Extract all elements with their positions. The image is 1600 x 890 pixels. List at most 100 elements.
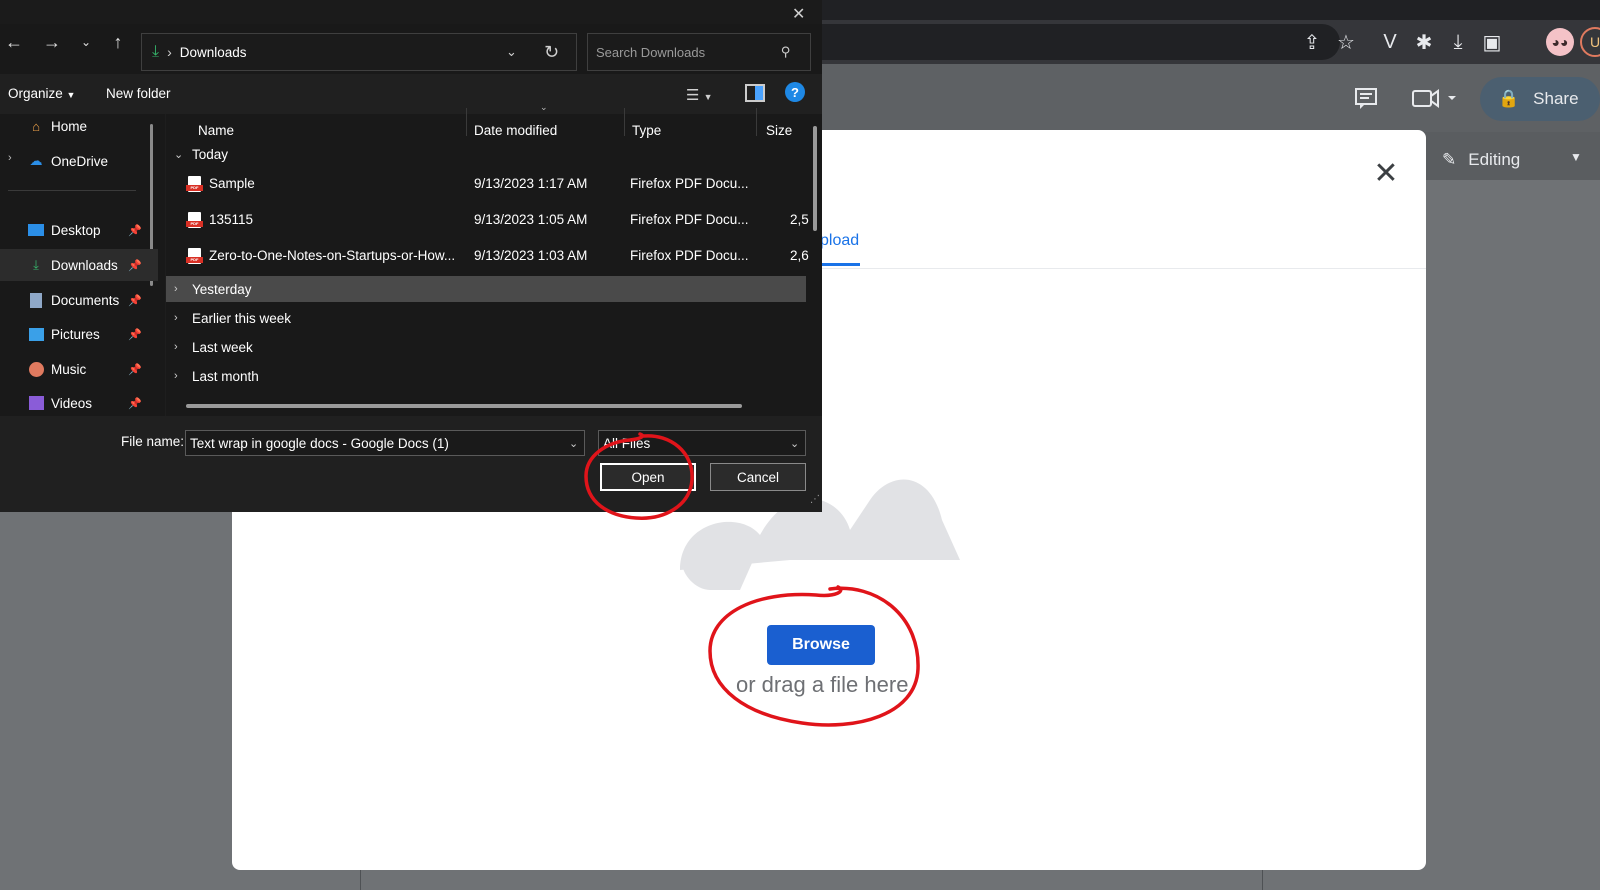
annotation-circle-browse — [708, 585, 920, 727]
cancel-button[interactable]: Cancel — [710, 463, 806, 491]
extensions-puzzle-icon[interactable]: ✱ — [1410, 28, 1438, 56]
downloads-icon[interactable]: ⤓ — [1444, 28, 1472, 56]
pin-icon: 📌 — [128, 259, 142, 272]
home-icon: ⌂ — [32, 118, 40, 134]
nav-item-label: OneDrive — [51, 153, 109, 169]
refresh-icon[interactable]: ↻ — [544, 42, 559, 63]
nav-item-videos[interactable]: Videos 📌 — [0, 387, 158, 419]
file-row[interactable]: Zero-to-One-Notes-on-Startups-or-How... … — [166, 239, 809, 274]
group-label: Yesterday — [192, 281, 252, 297]
chevron-down-icon: ▼ — [66, 90, 76, 100]
close-icon[interactable]: ✕ — [1372, 159, 1400, 189]
annotation-circle-open — [584, 432, 694, 520]
bookmark-star-icon[interactable]: ☆ — [1332, 28, 1360, 56]
dialog-title-bar — [0, 0, 822, 24]
share-button[interactable]: 🔒 Share — [1480, 77, 1600, 121]
dialog-close-icon[interactable]: ✕ — [792, 4, 805, 24]
group-label: Today — [192, 146, 229, 162]
file-date: 9/13/2023 1:03 AM — [474, 248, 588, 263]
file-size: 2,6 — [790, 248, 809, 263]
view-options-icon[interactable]: ☰ ▼ — [686, 86, 713, 104]
chevron-down-icon[interactable]: ⌄ — [569, 437, 578, 450]
file-date: 9/13/2023 1:05 AM — [474, 212, 588, 227]
editing-mode-dropdown[interactable]: ✎ Editing — [1442, 148, 1520, 172]
nav-item-desktop[interactable]: Desktop 📌 — [0, 214, 158, 246]
organize-button[interactable]: Organize ▼ — [8, 86, 75, 101]
nav-item-label: Documents — [51, 292, 120, 308]
new-folder-button[interactable]: New folder — [106, 86, 171, 101]
file-name-label: File name: — [121, 434, 185, 449]
help-icon[interactable]: ? — [785, 82, 805, 102]
group-earlier-this-week[interactable]: › Earlier this week — [166, 305, 806, 331]
picture-icon — [27, 326, 45, 342]
forward-arrow-icon[interactable]: → — [40, 30, 64, 54]
group-today[interactable]: ⌄ Today — [166, 141, 806, 167]
column-separator[interactable] — [624, 108, 625, 136]
chevron-down-icon[interactable]: ⌄ — [790, 437, 799, 450]
preview-pane-icon[interactable] — [745, 84, 765, 102]
chevron-right-icon: › — [174, 312, 178, 324]
file-date: 9/13/2023 1:17 AM — [474, 176, 588, 191]
chevron-down-icon: ⌄ — [174, 148, 184, 161]
file-row[interactable]: 135115 9/13/2023 1:05 AM Firefox PDF Doc… — [166, 203, 809, 238]
file-name: Sample — [209, 176, 255, 191]
group-label: Last month — [192, 368, 259, 384]
group-yesterday[interactable]: › Yesterday — [166, 276, 806, 302]
pin-icon: 📌 — [128, 397, 142, 410]
nav-item-label: Home — [51, 118, 88, 134]
nav-item-label: Pictures — [51, 326, 100, 342]
nav-item-downloads[interactable]: ⤓ Downloads 📌 — [0, 249, 158, 281]
pin-icon: 📌 — [128, 294, 142, 307]
chevron-right-icon: › — [174, 341, 178, 353]
resize-grip-icon[interactable]: ⋰ — [810, 494, 820, 505]
nav-item-label: Desktop — [51, 222, 101, 238]
up-arrow-icon[interactable]: ↑ — [106, 30, 130, 54]
nav-item-documents[interactable]: Documents 📌 — [0, 284, 158, 316]
nav-item-pictures[interactable]: Pictures 📌 — [0, 318, 158, 350]
file-name: Zero-to-One-Notes-on-Startups-or-How... — [209, 248, 456, 263]
tab-upload[interactable]: pload — [820, 232, 859, 250]
avatar-letter: U — [1589, 34, 1600, 50]
search-icon[interactable]: ⚲ — [781, 44, 791, 60]
file-name-input[interactable] — [185, 430, 585, 456]
group-last-month[interactable]: › Last month — [166, 363, 806, 389]
nav-item-label: Downloads — [51, 257, 118, 273]
nav-item-music[interactable]: Music 📌 — [0, 353, 158, 385]
editing-label: Editing — [1468, 150, 1521, 169]
file-size: 2,5 — [790, 212, 809, 227]
pdf-file-icon — [186, 248, 203, 264]
meet-video-icon[interactable] — [1410, 84, 1460, 112]
lock-icon: 🔒 — [1498, 89, 1520, 108]
organize-label: Organize — [8, 86, 63, 101]
column-separator[interactable] — [466, 108, 467, 136]
group-label: Earlier this week — [192, 310, 292, 326]
document-icon — [27, 292, 45, 308]
share-label: Share — [1533, 89, 1579, 108]
side-panel-icon[interactable]: ▣ — [1478, 28, 1506, 56]
file-list-vertical-scrollbar[interactable] — [813, 126, 817, 231]
address-history-chevron-icon[interactable]: ⌄ — [506, 44, 517, 60]
recent-locations-chevron-icon[interactable]: ⌄ — [74, 30, 98, 54]
file-name: 135115 — [209, 212, 254, 227]
nav-item-home[interactable]: ⌂ Home — [0, 110, 158, 142]
pdf-file-icon — [186, 176, 203, 192]
back-arrow-icon[interactable]: ← — [2, 30, 26, 54]
nav-item-onedrive[interactable]: ☁ OneDrive — [0, 145, 158, 177]
chevron-down-icon[interactable]: ▼ — [1570, 150, 1582, 164]
file-type: Firefox PDF Docu... — [630, 212, 749, 227]
pin-icon: 📌 — [128, 363, 142, 376]
search-input[interactable]: Search Downloads — [587, 33, 811, 71]
profile-avatar[interactable]: ◕◕ — [1546, 28, 1574, 56]
share-page-icon[interactable]: ⇪ — [1298, 28, 1326, 56]
comment-history-icon[interactable] — [1352, 84, 1380, 112]
pin-icon: 📌 — [128, 224, 142, 237]
extension-v-icon[interactable]: V — [1376, 28, 1404, 56]
file-row[interactable]: Sample 9/13/2023 1:17 AM Firefox PDF Doc… — [166, 167, 806, 202]
address-text: Downloads — [179, 44, 247, 60]
column-separator[interactable] — [756, 108, 757, 136]
file-list-horizontal-scrollbar[interactable] — [186, 404, 742, 408]
address-bar[interactable] — [760, 24, 1340, 60]
group-last-week[interactable]: › Last week — [166, 334, 806, 360]
download-icon: ⤓ — [152, 43, 160, 60]
chevron-right-icon: › — [174, 370, 178, 382]
